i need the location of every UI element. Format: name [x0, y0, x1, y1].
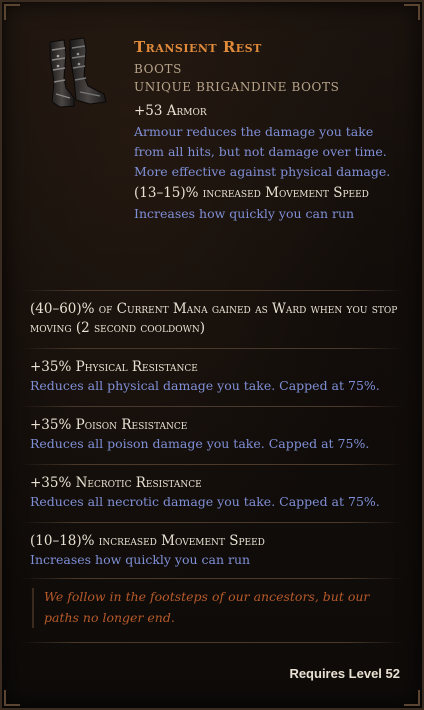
divider [20, 464, 404, 465]
item-subtype: Unique Brigandine Boots [134, 80, 340, 94]
item-tooltip: Transient Rest Boots Unique Brigandine B… [0, 0, 424, 710]
implicit-movement-speed: (13–15)% increased Movement Speed Increa… [134, 182, 404, 224]
boots-icon [40, 36, 110, 110]
affix-description: Increases how quickly you can run [30, 552, 251, 567]
divider [20, 348, 404, 349]
affix-stat: (10–18)% increased Movement Speed [30, 533, 265, 549]
item-name: Transient Rest [134, 38, 262, 56]
affix-stat: (40–60)% of Current Mana gained as Ward … [30, 301, 398, 336]
implicit-description: Armour reduces the damage you take from … [134, 124, 391, 179]
frame-corner-bottom-right [404, 690, 420, 706]
item-header: Transient Rest Boots Unique Brigandine B… [134, 38, 404, 224]
item-lore: We follow in the footsteps of our ancest… [44, 589, 370, 625]
implicit-stat: +53 Armor [134, 103, 207, 119]
implicit-description: Increases how quickly you can run [134, 206, 355, 221]
affix-poison-resistance: +35% Poison Resistance Reduces all poiso… [30, 416, 400, 453]
affix-stat: +35% Physical Resistance [30, 359, 198, 375]
affix-ward: (40–60)% of Current Mana gained as Ward … [30, 300, 400, 338]
affix-stat: +35% Poison Resistance [30, 417, 188, 433]
divider [20, 406, 404, 407]
affix-movement-speed: (10–18)% increased Movement Speed Increa… [30, 532, 400, 569]
divider [20, 578, 404, 579]
implicit-stat: (13–15)% increased Movement Speed [134, 185, 369, 201]
affix-description: Reduces all poison damage you take. Capp… [30, 436, 370, 451]
frame-corner-top-right [404, 4, 420, 20]
affix-description: Reduces all physical damage you take. Ca… [30, 378, 380, 393]
divider [20, 642, 404, 643]
frame-corner-bottom-left [4, 690, 20, 706]
divider [20, 522, 404, 523]
divider [20, 290, 404, 291]
lore-bar [32, 588, 34, 628]
affix-physical-resistance: +35% Physical Resistance Reduces all phy… [30, 358, 400, 395]
affix-necrotic-resistance: +35% Necrotic Resistance Reduces all nec… [30, 474, 400, 511]
level-requirement: Requires Level 52 [289, 666, 400, 681]
affix-description: Reduces all necrotic damage you take. Ca… [30, 494, 380, 509]
frame-corner-top-left [4, 4, 20, 20]
affix-stat: +35% Necrotic Resistance [30, 475, 202, 491]
item-type: Boots [134, 62, 182, 76]
implicit-armor: +53 Armor Armour reduces the damage you … [134, 100, 404, 182]
